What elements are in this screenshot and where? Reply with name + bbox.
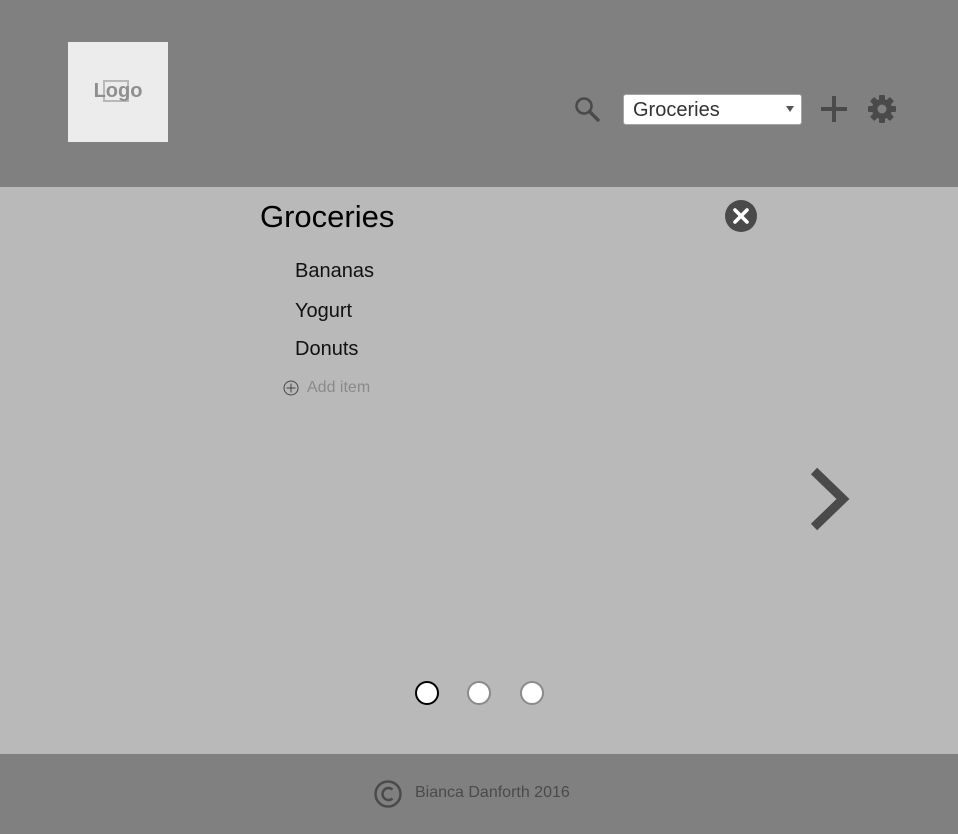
list-item[interactable]: Donuts	[295, 337, 358, 361]
close-list-button[interactable]	[724, 199, 758, 233]
logo-text: Logo	[93, 80, 143, 102]
copyright-icon	[374, 780, 402, 808]
next-list-button[interactable]	[800, 467, 856, 531]
list-select[interactable]: Groceries	[623, 94, 802, 125]
chevron-right-icon	[810, 467, 850, 531]
pagination-dot-1[interactable]	[415, 681, 439, 705]
pagination-dot-2[interactable]	[467, 681, 491, 705]
list-title: Groceries	[260, 199, 395, 234]
settings-button[interactable]	[866, 93, 898, 125]
pagination-dot-3[interactable]	[520, 681, 544, 705]
main-content: Groceries Bananas Yogurt Donuts Add item	[0, 187, 958, 754]
close-circle-icon	[725, 200, 757, 232]
add-list-button[interactable]	[818, 93, 850, 125]
list-item[interactable]: Yogurt	[295, 299, 352, 323]
logo[interactable]: Logo	[68, 42, 168, 142]
add-item-label: Add item	[307, 379, 371, 396]
copyright-text: Bianca Danforth 2016	[415, 784, 570, 801]
gear-icon	[868, 95, 896, 123]
list-select-value: Groceries	[633, 99, 720, 121]
plus-icon	[821, 96, 847, 122]
list-item[interactable]: Bananas	[295, 259, 374, 283]
header: Logo Groceries	[0, 0, 958, 187]
add-circle-icon	[283, 380, 299, 396]
search-icon	[575, 97, 600, 122]
search-button[interactable]	[572, 94, 602, 124]
dropdown-arrow-icon	[786, 106, 794, 112]
footer: Bianca Danforth 2016	[0, 754, 958, 834]
